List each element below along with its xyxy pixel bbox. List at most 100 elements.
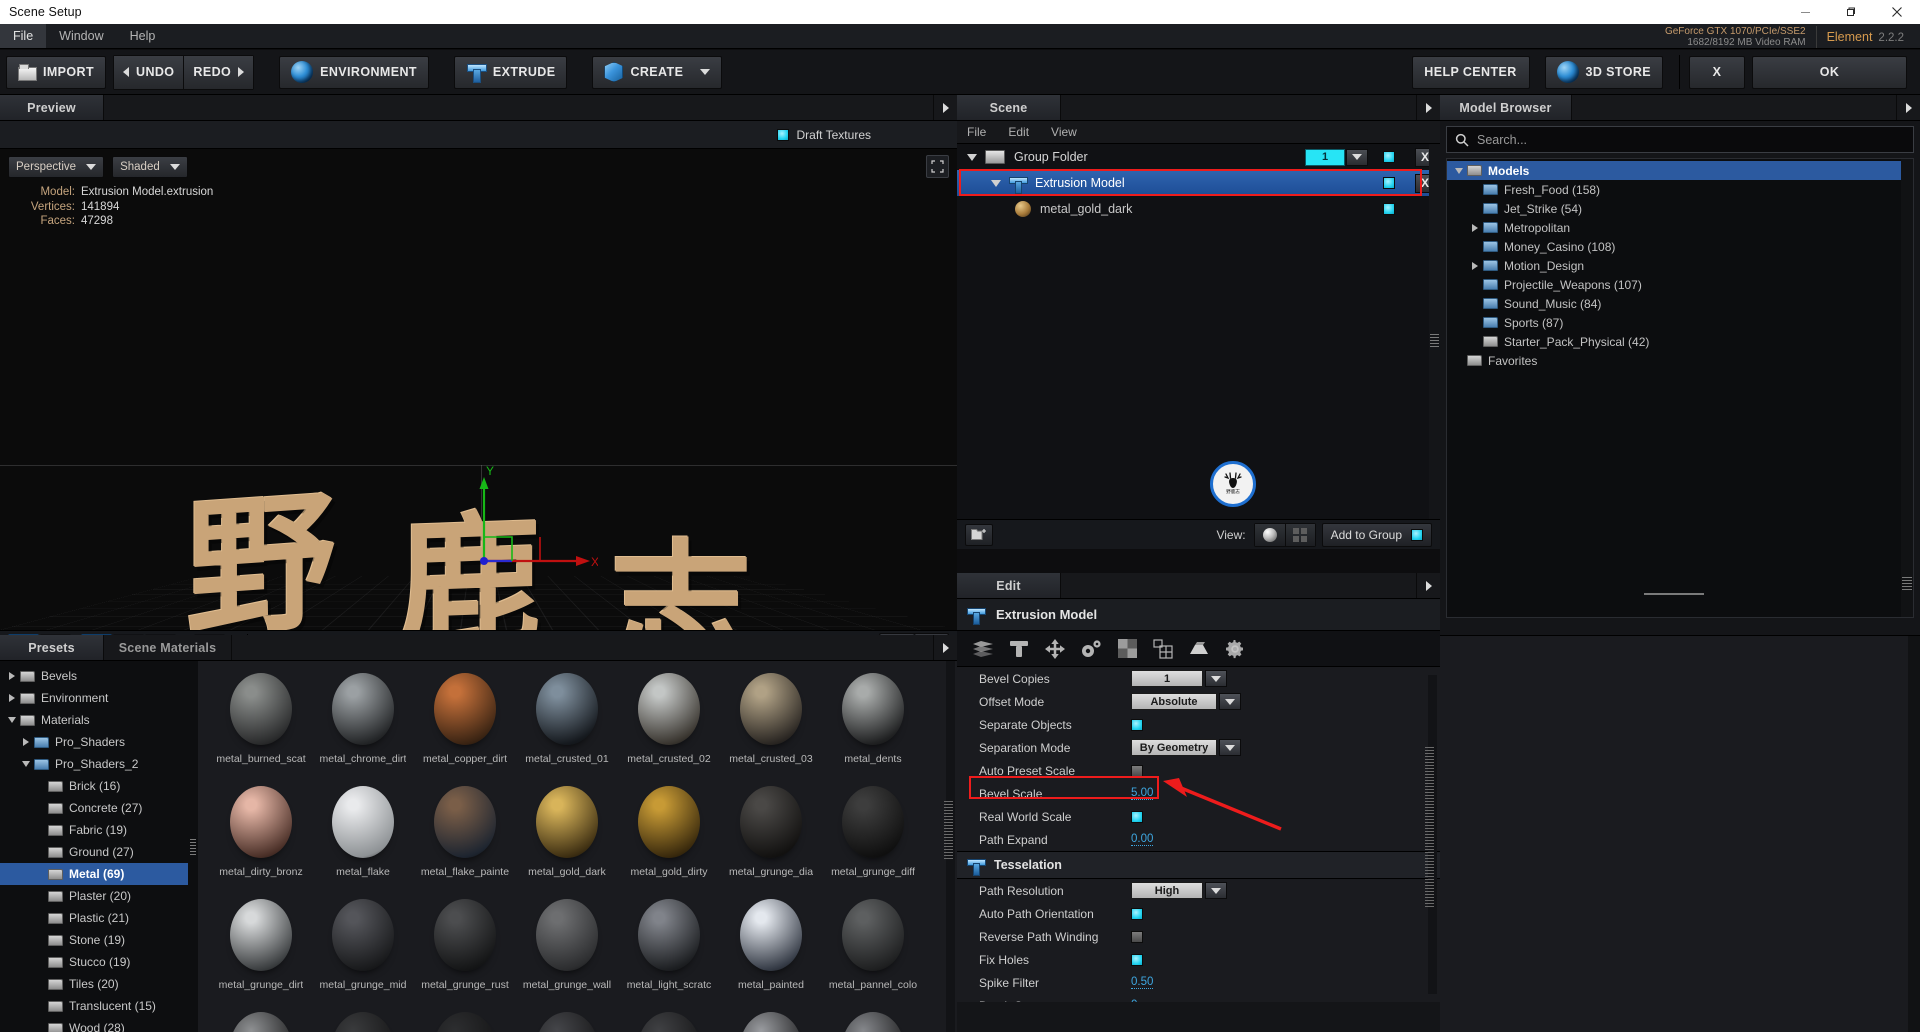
material-swatch[interactable]: metal_grunge_mid xyxy=(312,895,414,1008)
model-search-box[interactable] xyxy=(1446,126,1914,153)
extrude-button[interactable]: EXTRUDE xyxy=(454,56,568,89)
material-swatch[interactable]: metal_grunge_dia xyxy=(720,782,822,895)
edit-panel-menu-button[interactable] xyxy=(1416,573,1440,598)
materials-panel-menu-button[interactable] xyxy=(933,635,957,660)
shading-select[interactable]: Shaded xyxy=(112,156,188,178)
menu-file[interactable]: File xyxy=(0,24,46,48)
scene-menu-view[interactable]: View xyxy=(1051,125,1077,139)
material-swatch[interactable]: metal_burned_scat xyxy=(210,669,312,782)
axis-gizmo[interactable]: Y X xyxy=(478,465,598,575)
property-checkbox[interactable] xyxy=(1131,931,1143,943)
settings-icon-button[interactable] xyxy=(1217,634,1253,664)
material-swatch[interactable]: metal_grunge_dirt xyxy=(210,895,312,1008)
material-swatch[interactable]: metal_grunge_wall xyxy=(516,895,618,1008)
visibility-checkbox[interactable] xyxy=(1383,151,1395,163)
model-tree-item[interactable]: Money_Casino (108) xyxy=(1447,237,1913,256)
material-tree-item[interactable]: Plaster (20) xyxy=(0,885,188,907)
material-swatch[interactable]: metal_grunge_rust xyxy=(414,895,516,1008)
preview-panel-menu-button[interactable] xyxy=(933,95,957,120)
expand-viewport-button[interactable] xyxy=(926,155,949,178)
collapse-arrow-icon[interactable] xyxy=(1451,168,1467,174)
visibility-checkbox[interactable] xyxy=(1383,203,1395,215)
search-input[interactable] xyxy=(1477,133,1898,147)
transform-icon-button[interactable] xyxy=(1037,634,1073,664)
group-count-field[interactable]: 1 xyxy=(1305,149,1345,166)
draft-textures-checkbox[interactable] xyxy=(777,129,789,141)
ok-button[interactable]: OK xyxy=(1752,56,1907,89)
material-tree-item[interactable]: Translucent (15) xyxy=(0,995,188,1017)
material-tree-item[interactable]: Stone (19) xyxy=(0,929,188,951)
menu-help[interactable]: Help xyxy=(117,24,169,48)
material-swatch[interactable]: metal_chrome_dirt xyxy=(312,669,414,782)
property-select[interactable]: High xyxy=(1131,882,1227,899)
new-folder-button[interactable] xyxy=(965,524,993,546)
material-swatch[interactable]: metal_flake xyxy=(312,782,414,895)
visibility-toggle[interactable] xyxy=(1368,177,1410,189)
material-tree-item[interactable]: Brick (16) xyxy=(0,775,188,797)
model-tree-item[interactable]: Motion_Design xyxy=(1447,256,1913,275)
material-swatch[interactable] xyxy=(414,1008,516,1032)
scrollbar-thumb[interactable] xyxy=(1430,334,1439,348)
scrollbar-thumb[interactable] xyxy=(1425,747,1434,907)
property-checkbox[interactable] xyxy=(1131,719,1143,731)
chevron-down-icon[interactable] xyxy=(1219,693,1241,710)
add-to-group-button[interactable]: Add to Group xyxy=(1322,523,1432,547)
model-tree-item[interactable]: Jet_Strike (54) xyxy=(1447,199,1913,218)
model-preview-pane[interactable] xyxy=(1440,635,1920,1032)
model-tree-item[interactable]: Projectile_Weapons (107) xyxy=(1447,275,1913,294)
material-tree-item[interactable]: Tiles (20) xyxy=(0,973,188,995)
menu-window[interactable]: Window xyxy=(46,24,116,48)
material-tree-item[interactable]: Stucco (19) xyxy=(0,951,188,973)
viewport-3d[interactable]: 野 鹿 志 Y X Perspective xyxy=(0,149,957,630)
tab-presets[interactable]: Presets xyxy=(0,635,104,660)
expand-arrow-icon[interactable] xyxy=(4,694,20,702)
materials-scrollbar[interactable] xyxy=(946,661,955,1032)
chevron-down-icon[interactable] xyxy=(1219,739,1241,756)
scene-menu-edit[interactable]: Edit xyxy=(1008,125,1029,139)
material-tree-item[interactable]: Bevels xyxy=(0,665,188,687)
add-to-group-checkbox[interactable] xyxy=(1411,529,1423,541)
scene-panel-menu-button[interactable] xyxy=(1416,95,1440,120)
scrollbar-thumb[interactable] xyxy=(1902,577,1912,591)
materials-tree[interactable]: BevelsEnvironmentMaterialsPro_ShadersPro… xyxy=(0,661,188,1032)
expand-arrow-icon[interactable] xyxy=(1467,262,1483,270)
collapse-arrow-icon[interactable] xyxy=(4,717,20,723)
expand-arrow-icon[interactable] xyxy=(18,738,34,746)
materials-splitter[interactable] xyxy=(188,661,198,1032)
sphere-view-icon-button[interactable] xyxy=(1255,524,1285,546)
property-checkbox[interactable] xyxy=(1131,908,1143,920)
material-swatch[interactable]: metal_crusted_01 xyxy=(516,669,618,782)
material-swatch[interactable]: metal_grunge_diff xyxy=(822,782,924,895)
model-browser-scrollbar[interactable] xyxy=(1901,159,1913,617)
model-browser-splitter[interactable] xyxy=(1446,592,1902,596)
property-select[interactable]: Absolute xyxy=(1131,693,1241,710)
material-tree-item[interactable]: Concrete (27) xyxy=(0,797,188,819)
model-tree-item[interactable]: Fresh_Food (158) xyxy=(1447,180,1913,199)
bevel-icon-button[interactable] xyxy=(1181,634,1217,664)
scene-menu-file[interactable]: File xyxy=(967,125,986,139)
tab-scene-materials[interactable]: Scene Materials xyxy=(104,635,232,660)
material-swatch[interactable]: metal_dirty_bronz xyxy=(210,782,312,895)
chevron-down-icon[interactable] xyxy=(967,154,977,161)
scene-row-extrusion-model[interactable]: Extrusion Model X xyxy=(957,170,1440,196)
scene-row-material[interactable]: metal_gold_dark xyxy=(957,196,1440,222)
material-swatch[interactable] xyxy=(312,1008,414,1032)
minimize-icon[interactable] xyxy=(1782,0,1828,24)
model-tree-item[interactable]: Favorites xyxy=(1447,351,1913,370)
property-checkbox[interactable] xyxy=(1131,954,1143,966)
expand-arrow-icon[interactable] xyxy=(4,672,20,680)
properties-scrollbar[interactable] xyxy=(1428,675,1437,994)
material-swatch[interactable]: metal_dents xyxy=(822,669,924,782)
extrude-icon-button[interactable] xyxy=(965,634,1001,664)
material-swatch[interactable]: metal_light_scratc xyxy=(618,895,720,1008)
chevron-down-icon[interactable] xyxy=(1205,670,1227,687)
model-browser-tree[interactable]: ModelsFresh_Food (158)Jet_Strike (54)Met… xyxy=(1446,158,1914,618)
material-swatch[interactable]: metal_flake_painte xyxy=(414,782,516,895)
projection-select[interactable]: Perspective xyxy=(8,156,104,178)
material-swatch[interactable] xyxy=(822,1008,924,1032)
scene-row-group-folder[interactable]: Group Folder 1 X xyxy=(957,144,1440,170)
tab-scene[interactable]: Scene xyxy=(957,95,1061,120)
property-value[interactable]: 0 xyxy=(1131,999,1137,1002)
collapse-arrow-icon[interactable] xyxy=(18,761,34,767)
uv-icon-button[interactable] xyxy=(1145,634,1181,664)
